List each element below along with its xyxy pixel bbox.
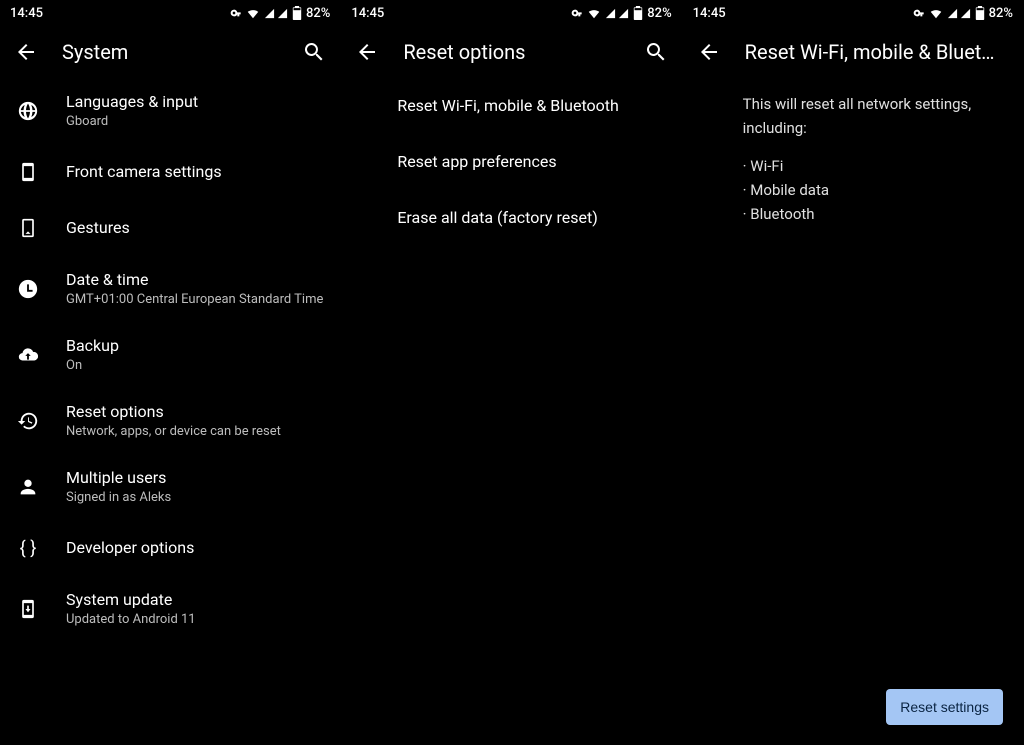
item-subtitle: Signed in as Aleks [66, 489, 171, 507]
item-date-time[interactable]: Date & time GMT+01:00 Central European S… [0, 256, 340, 322]
battery-percent: 82% [647, 6, 671, 21]
screen-reset-network: 14:45 82% Reset Wi-Fi, mobile & Blueto… … [683, 0, 1024, 745]
item-reset-network[interactable]: Reset Wi-Fi, mobile & Bluetooth [341, 78, 681, 134]
settings-list: Languages & input Gboard Front camera se… [0, 78, 340, 745]
item-title: Erase all data (factory reset) [397, 207, 597, 229]
item-gestures[interactable]: Gestures [0, 200, 340, 256]
item-subtitle: Network, apps, or device can be reset [66, 423, 281, 441]
item-subtitle: Gboard [66, 113, 198, 131]
item-multiple-users[interactable]: Multiple users Signed in as Aleks [0, 454, 340, 520]
app-bar: Reset options [341, 26, 681, 78]
app-bar: Reset Wi-Fi, mobile & Blueto… [683, 26, 1023, 78]
item-reset-app-prefs[interactable]: Reset app preferences [341, 134, 681, 190]
item-front-camera[interactable]: Front camera settings [0, 144, 340, 200]
status-time: 14:45 [351, 6, 384, 21]
battery-icon [975, 6, 985, 20]
search-icon[interactable] [644, 40, 668, 64]
bullet-bluetooth: Bluetooth [743, 202, 1003, 226]
vpn-key-icon [909, 5, 925, 21]
status-right: 82% [909, 5, 1013, 21]
status-time: 14:45 [10, 6, 43, 21]
status-right: 82% [567, 5, 671, 21]
item-backup[interactable]: Backup On [0, 322, 340, 388]
bullet-wifi: Wi-Fi [743, 154, 1003, 178]
app-bar: System [0, 26, 340, 78]
back-icon[interactable] [14, 40, 38, 64]
item-system-update[interactable]: System update Updated to Android 11 [0, 576, 340, 642]
item-title: Multiple users [66, 467, 171, 489]
status-time: 14:45 [693, 6, 726, 21]
system-update-icon [16, 597, 40, 621]
wifi-icon [929, 6, 943, 20]
screen-system: 14:45 82% System [0, 0, 341, 745]
braces-icon: { } [16, 536, 40, 560]
phone-front-icon [16, 160, 40, 184]
cloud-upload-icon [16, 343, 40, 367]
search-icon[interactable] [302, 40, 326, 64]
item-title: Date & time [66, 269, 323, 291]
battery-icon [292, 6, 302, 20]
reset-network-body: This will reset all network settings, in… [683, 78, 1023, 240]
screen-reset-options: 14:45 82% Reset options Reset Wi-Fi, mob… [341, 0, 682, 745]
page-title: Reset Wi-Fi, mobile & Blueto… [745, 40, 1009, 64]
signal-icon [947, 8, 971, 19]
vpn-key-icon [567, 5, 583, 21]
reset-options-list: Reset Wi-Fi, mobile & Bluetooth Reset ap… [341, 78, 681, 745]
reset-settings-button[interactable]: Reset settings [886, 689, 1003, 725]
wifi-icon [246, 6, 260, 20]
item-factory-reset[interactable]: Erase all data (factory reset) [341, 190, 681, 246]
signal-icon [605, 8, 629, 19]
item-title: Reset Wi-Fi, mobile & Bluetooth [397, 95, 618, 117]
item-subtitle: GMT+01:00 Central European Standard Time [66, 291, 323, 309]
item-subtitle: On [66, 357, 119, 375]
item-title: Backup [66, 335, 119, 357]
item-title: Gestures [66, 217, 130, 239]
status-bar: 14:45 82% [0, 0, 340, 26]
back-icon[interactable] [355, 40, 379, 64]
item-reset-options[interactable]: Reset options Network, apps, or device c… [0, 388, 340, 454]
page-title: Reset options [403, 40, 619, 64]
bullet-mobile-data: Mobile data [743, 178, 1003, 202]
vpn-key-icon [226, 5, 242, 21]
item-subtitle: Updated to Android 11 [66, 611, 196, 629]
item-title: Developer options [66, 537, 194, 559]
person-icon [16, 475, 40, 499]
clock-icon [16, 277, 40, 301]
globe-icon [16, 99, 40, 123]
item-languages-input[interactable]: Languages & input Gboard [0, 78, 340, 144]
item-title: Reset options [66, 401, 281, 423]
restore-icon [16, 409, 40, 433]
battery-percent: 82% [989, 6, 1013, 21]
battery-percent: 82% [306, 6, 330, 21]
status-right: 82% [226, 5, 330, 21]
reset-intro-text: This will reset all network settings, in… [743, 92, 1003, 140]
signal-icon [264, 8, 288, 19]
item-developer-options[interactable]: { } Developer options [0, 520, 340, 576]
page-title: System [62, 40, 278, 64]
status-bar: 14:45 82% [341, 0, 681, 26]
wifi-icon [587, 6, 601, 20]
item-title: System update [66, 589, 196, 611]
item-title: Reset app preferences [397, 151, 556, 173]
back-icon[interactable] [697, 40, 721, 64]
battery-icon [633, 6, 643, 20]
reset-button-container: Reset settings [886, 689, 1003, 725]
gesture-icon [16, 216, 40, 240]
reset-bullet-list: Wi-Fi Mobile data Bluetooth [743, 154, 1003, 226]
status-bar: 14:45 82% [683, 0, 1023, 26]
item-title: Languages & input [66, 91, 198, 113]
item-title: Front camera settings [66, 161, 222, 183]
